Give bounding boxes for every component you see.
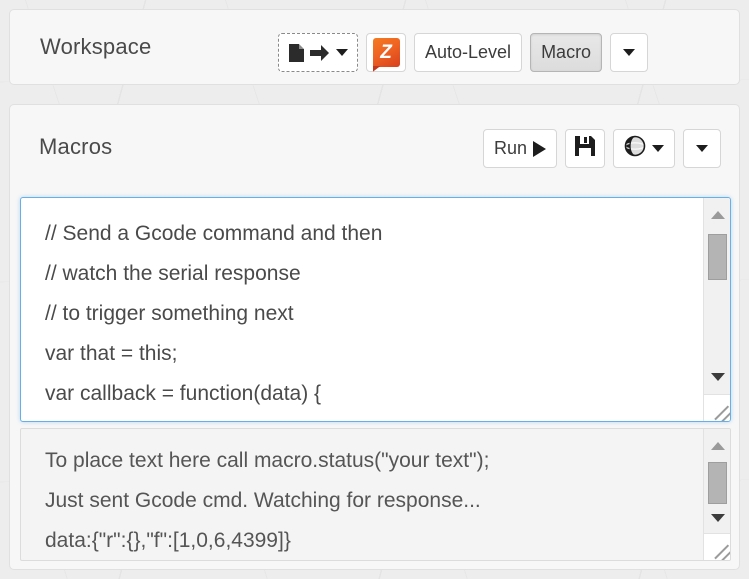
export-file-icon [288, 42, 330, 64]
scroll-up-button[interactable] [704, 202, 730, 228]
macro-code-editor[interactable]: // Send a Gcode command and then // watc… [20, 197, 731, 422]
macro-status-output[interactable]: To place text here call macro.status("yo… [20, 428, 731, 561]
chevron-down-icon [652, 145, 664, 152]
chevron-down-icon [696, 145, 708, 152]
scroll-down-button[interactable] [704, 364, 730, 390]
play-icon [533, 140, 546, 157]
macros-overflow-button[interactable] [683, 129, 721, 168]
macro-status-text: To place text here call macro.status("yo… [45, 449, 490, 552]
floppy-disk-icon [574, 135, 596, 162]
z-app-icon: Z [372, 38, 400, 67]
code-editor-scroll-thumb[interactable] [708, 234, 727, 280]
status-resize-grip[interactable] [703, 533, 730, 560]
export-file-dropdown-button[interactable] [278, 33, 358, 72]
run-label: Run [493, 138, 527, 158]
workspace-panel: Workspace Z Auto-Level Macro [9, 9, 740, 85]
scroll-up-arrow-icon [710, 442, 725, 450]
macros-toolbar: Run [482, 129, 721, 168]
globe-icon [624, 135, 646, 162]
macros-panel: Macros Run // Send a Gcode command and t… [9, 104, 740, 570]
scroll-up-button[interactable] [704, 433, 730, 459]
workspace-overflow-button[interactable] [610, 33, 649, 72]
save-macro-button[interactable] [565, 129, 605, 168]
chevron-down-icon [336, 49, 348, 56]
macro-label: Macro [541, 42, 592, 62]
macro-code-text: // Send a Gcode command and then // watc… [45, 222, 383, 405]
code-editor-scrollbar[interactable] [703, 198, 730, 394]
page-title: Workspace [40, 34, 152, 59]
status-scroll-thumb[interactable] [708, 462, 727, 504]
auto-level-label: Auto-Level [425, 42, 512, 62]
auto-level-button[interactable]: Auto-Level [414, 33, 523, 72]
chevron-down-icon [623, 49, 636, 56]
macros-title: Macros [39, 133, 113, 159]
workspace-toolbar: Z Auto-Level Macro [278, 33, 649, 72]
scroll-up-arrow-icon [710, 211, 725, 219]
scroll-down-arrow-icon [710, 514, 725, 522]
scroll-down-arrow-icon [710, 373, 725, 381]
macro-button[interactable]: Macro [530, 33, 603, 72]
status-scrollbar[interactable] [703, 429, 730, 533]
macros-header: Macros Run [10, 105, 739, 188]
run-macro-button[interactable]: Run [482, 129, 557, 168]
z-app-button[interactable]: Z [366, 33, 406, 72]
code-editor-resize-grip[interactable] [703, 394, 730, 421]
scroll-down-button[interactable] [704, 505, 730, 531]
globe-dropdown-button[interactable] [613, 129, 675, 168]
